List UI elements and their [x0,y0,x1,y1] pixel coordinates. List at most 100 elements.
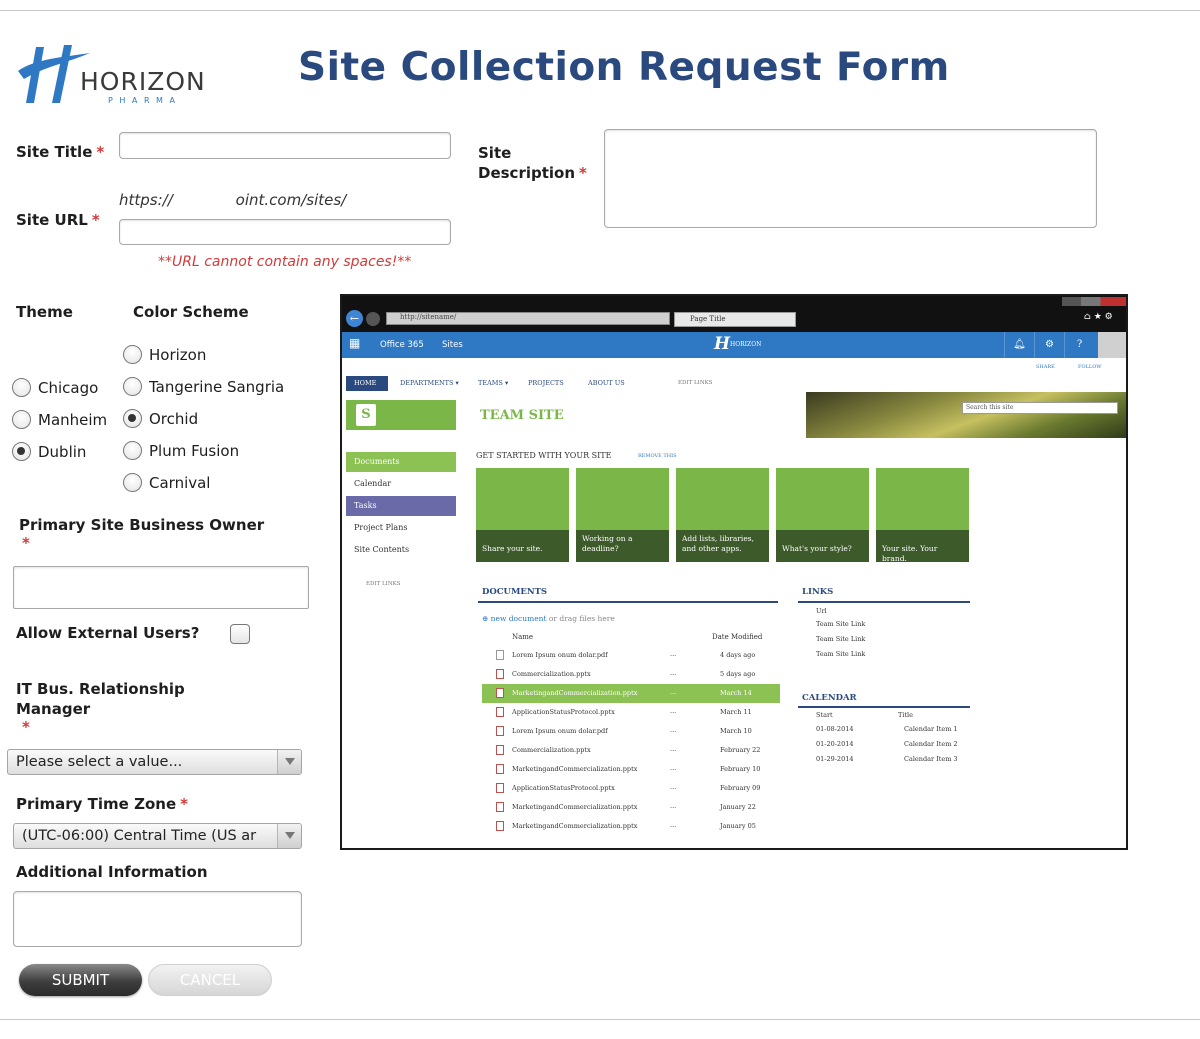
radio-color-plum-fusion[interactable] [123,441,142,460]
radio-color-tangerine-sangria[interactable] [123,377,142,396]
link-item: Team Site Link [816,650,866,658]
document-date: February 10 [720,765,761,773]
cal-start-header: Start [816,711,833,719]
theme-option-label: Dublin [38,443,87,461]
cal-date: 01-08-2014 [816,725,854,733]
row-menu-ellipsis: ... [670,745,677,753]
browser-tools-icons: ⌂ ★ ⚙ [1084,312,1113,322]
document-row: MarketingandCommercialization.pptx... Mar… [482,684,780,703]
radio-theme-dublin[interactable] [12,442,31,461]
theme-preview-image: ← http://sitename/ Page Title ⌂ ★ ⚙ ▦ Of… [340,294,1128,850]
document-name: MarketingandCommercialization.pptx [512,822,638,830]
top-nav-item: ABOUT US [588,379,625,387]
browser-window-buttons [1062,297,1126,306]
file-icon [496,764,504,774]
radio-color-orchid[interactable] [123,409,142,428]
left-nav-item: Tasks [354,501,377,510]
it-manager-select[interactable]: Please select a value... [7,749,302,775]
it-manager-label: IT Bus. Relationship Manager [16,680,185,718]
row-menu-ellipsis: ... [670,688,677,696]
app-launcher-icon: ▦ [349,336,361,350]
document-row: Lorem Ipsum onum dolar.pdf... March 10 [482,722,780,741]
color-option-label: Tangerine Sangria [149,378,285,396]
radio-theme-manheim[interactable] [12,410,31,429]
logo-brand: HORIZON [80,67,206,96]
chevron-down-icon [277,824,301,848]
radio-color-carnival[interactable] [123,473,142,492]
site-banner-image [806,392,1126,438]
cal-title-header: Title [898,711,913,719]
edit-links-left: EDIT LINKS [366,581,401,587]
radio-theme-chicago[interactable] [12,378,31,397]
left-nav-item: Site Contents [354,545,410,554]
row-menu-ellipsis: ... [670,726,677,734]
bell-icon: 🔔︎ [1004,332,1034,358]
tile: Your site. Your brand. [876,468,969,563]
top-nav-item: DEPARTMENTS ▾ [400,379,459,387]
additional-info-textarea[interactable] [13,891,302,947]
site-title-input[interactable] [119,132,451,159]
left-nav-item: Project Plans [354,523,408,532]
it-manager-required-mark: * [22,718,30,736]
external-users-checkbox[interactable] [230,624,250,644]
document-date: January 22 [720,803,756,811]
cal-item-title: Calendar Item 2 [904,740,958,748]
tile-caption: Working on a deadline? [576,530,669,562]
file-icon [496,726,504,736]
suite-office: Office 365 [380,340,424,350]
owner-required-mark: * [22,534,30,552]
left-nav-item: Documents [354,457,400,466]
edit-links-top: EDIT LINKS [678,380,713,386]
document-name: Lorem Ipsum onum dolar.pdf [512,727,608,735]
col-modified-header: Date Modified [712,633,763,641]
additional-info-label: Additional Information [16,863,208,881]
owner-input[interactable] [13,566,309,609]
cal-item-title: Calendar Item 3 [904,755,958,763]
owner-label: Primary Site Business Owner [19,516,265,534]
share-link: SHARE [1036,364,1055,370]
tile: Share your site. [476,468,569,562]
logo-sub: P H A R M A [108,96,177,105]
links-heading: LINKS [802,587,834,597]
document-name: ApplicationStatusProtocol.pptx [512,708,615,716]
site-url-prefix: https:// oint.com/sites/ [119,191,347,209]
row-menu-ellipsis: ... [670,802,677,810]
theme-option-label: Chicago [38,379,99,397]
cal-date: 01-29-2014 [816,755,854,763]
address-text: http://sitename/ [400,313,457,321]
suite-brand-text: HORIZON [730,341,762,348]
document-name: Commercialization.pptx [512,670,591,678]
document-date: 5 days ago [720,670,756,678]
document-row: ApplicationStatusProtocol.pptx... March 1… [482,703,780,722]
top-nav-item: HOME [354,379,377,387]
color-option-label: Plum Fusion [149,442,240,460]
document-date: March 10 [720,727,752,735]
remove-this: REMOVE THIS [638,453,677,459]
document-row: MarketingandCommercialization.pptx... Jan… [482,798,780,817]
cancel-button[interactable]: CANCEL [148,964,272,996]
submit-button[interactable]: SUBMIT [19,964,142,996]
cal-item-title: Calendar Item 1 [904,725,958,733]
site-description-textarea[interactable] [604,129,1097,228]
document-date: March 14 [720,689,752,697]
document-date: January 05 [720,822,756,830]
search-placeholder: Search this site [966,404,1014,411]
document-row: Commercialization.pptx... 5 days ago [482,665,780,684]
color-scheme-label: Color Scheme [133,303,249,321]
document-name: MarketingandCommercialization.pptx [512,689,638,697]
submit-label: SUBMIT [51,971,110,989]
file-icon [496,745,504,755]
site-url-input[interactable] [119,219,451,245]
document-date: February 22 [720,746,761,754]
document-row: Commercialization.pptx... February 22 [482,741,780,760]
document-row: ApplicationStatusProtocol.pptx... Februar… [482,779,780,798]
row-menu-ellipsis: ... [670,821,677,829]
tile: Working on a deadline? [576,468,669,562]
row-menu-ellipsis: ... [670,783,677,791]
timezone-select[interactable]: (UTC-06:00) Central Time (US ar [13,823,302,849]
timezone-label: Primary Time Zone * [16,795,188,813]
it-manager-select-value: Please select a value... [16,754,183,770]
radio-color-horizon[interactable] [123,345,142,364]
sharepoint-s-icon: S [356,404,376,426]
tile-caption: What's your style? [776,530,869,562]
